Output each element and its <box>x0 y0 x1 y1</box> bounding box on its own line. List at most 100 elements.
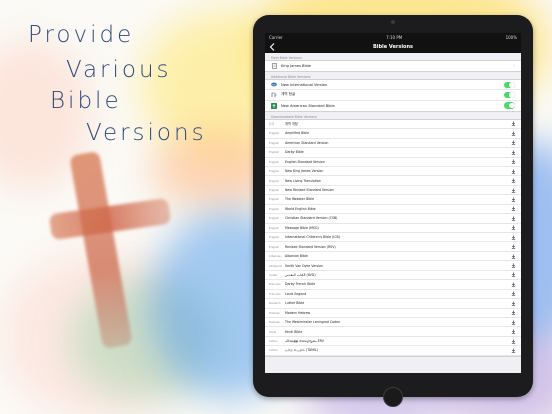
download-icon[interactable] <box>510 310 516 316</box>
language-label: English <box>269 216 280 221</box>
language-label: English <box>269 197 280 202</box>
svg-text:NIV: NIV <box>272 85 276 87</box>
download-icon[interactable] <box>510 130 516 136</box>
download-icon[interactable] <box>510 263 516 269</box>
download-icon[interactable] <box>510 196 516 202</box>
download-icon[interactable] <box>510 149 516 155</box>
download-icon[interactable] <box>510 272 516 278</box>
additional-bible-row[interactable]: New American Standard Bible <box>265 101 521 111</box>
downloadable-bible-row[interactable]: Hindi Hindi Bible <box>265 327 521 337</box>
download-icon[interactable] <box>510 206 516 212</box>
promo-line-4: Versions <box>86 120 207 146</box>
downloadable-bible-row[interactable]: English Amplified Bible <box>265 129 521 139</box>
downloadable-bible-row[interactable]: English Darby Bible <box>265 148 521 158</box>
downloadable-bible-row[interactable]: English American Standard Version <box>265 138 521 149</box>
language-label: Hindi <box>269 329 277 334</box>
downloadable-bible-row[interactable]: Indian ചിറകുള്ള വേദപുസ്തകം ERV <box>265 336 521 347</box>
home-button[interactable] <box>383 387 403 407</box>
additional-bible-header: Additional Bible Versions <box>271 75 311 80</box>
downloadable-bible-row[interactable]: English Christian Standard Version (CSB) <box>265 214 521 224</box>
downloadable-bible-row[interactable]: English Revised Standard Version (RSV) <box>265 242 521 252</box>
battery-label: 100% <box>505 34 517 40</box>
downloadable-bible-row[interactable]: Français Louis Segond <box>265 289 521 300</box>
download-icon[interactable] <box>510 244 516 250</box>
language-label: English <box>269 178 280 183</box>
language-label: Indian <box>269 339 278 344</box>
downloadable-bible-row[interactable]: English New King James Version <box>265 166 521 177</box>
download-icon[interactable] <box>510 178 516 184</box>
download-icon[interactable] <box>510 121 516 127</box>
language-label: English <box>269 131 280 136</box>
download-icon[interactable] <box>510 319 516 325</box>
downloadable-bible-row[interactable]: Hebrew The Westminster Leningrad Codex <box>265 317 521 328</box>
downloadable-bible-row[interactable]: English International Children's Bible (I… <box>265 233 521 243</box>
toggle-switch[interactable] <box>504 81 515 89</box>
language-label: English <box>269 244 280 249</box>
download-icon[interactable] <box>510 168 516 174</box>
language-label: Hebrew <box>269 310 280 315</box>
app-screen: Carrier 7:10 PM 100% Bible Versions Main… <box>265 33 521 373</box>
language-label: English <box>269 206 280 211</box>
chevron-left-icon <box>269 43 275 51</box>
downloadable-bible-row[interactable]: 한국 개역 개정 <box>265 119 521 130</box>
main-bible-row[interactable]: King James Bible › <box>265 61 521 71</box>
additional-bible-row[interactable]: NIV New International Version <box>265 80 521 91</box>
downloadable-bible-row[interactable]: Indian தமிழ் பைபிள் (TAMIL) <box>265 346 521 356</box>
download-icon[interactable] <box>510 225 516 231</box>
bible-name-label: الكتاب المقدس (AVD) <box>285 272 316 277</box>
download-icon[interactable] <box>510 281 516 287</box>
downloadable-bible-row[interactable]: Afrikaans Smith Van Dyke Version <box>265 261 521 271</box>
downloadable-bible-row[interactable]: English New Revised Standard Version <box>265 185 521 196</box>
toggle-switch[interactable] <box>504 91 515 99</box>
additional-bible-label: New International Version <box>281 82 328 87</box>
download-icon[interactable] <box>510 338 516 344</box>
language-label: Albanian <box>269 254 282 259</box>
bible-name-label: 개역 개정 <box>285 122 298 127</box>
bible-name-label: Luther Bible <box>285 301 305 306</box>
additional-bible-label: 개역 한글 <box>281 92 296 97</box>
main-bible-group: King James Bible › <box>265 60 521 73</box>
bible-name-label: Darby French Bible <box>285 282 316 287</box>
download-icon[interactable] <box>510 291 516 297</box>
download-icon[interactable] <box>510 234 516 240</box>
language-label: English <box>269 235 280 240</box>
downloadable-bible-row[interactable]: Deutsch Luther Bible <box>265 299 521 309</box>
downloadable-bible-row[interactable]: Français Darby French Bible <box>265 280 521 290</box>
download-icon[interactable] <box>510 253 516 259</box>
additional-bible-row[interactable]: 개역 한글 <box>265 90 521 101</box>
downloadable-bible-row[interactable]: Albanian Albanian Bible <box>265 251 521 262</box>
promo-line-1: Provide <box>28 22 135 48</box>
carrier-label: Carrier <box>269 34 283 40</box>
downloadable-bible-row[interactable]: English English Standard Version <box>265 157 521 167</box>
download-icon[interactable] <box>510 215 516 221</box>
camera-dot <box>391 20 395 24</box>
clock-label: 7:10 PM <box>386 34 403 40</box>
downloadable-bible-list: 한국 개역 개정 English Amplified Bible English Amer… <box>265 118 521 357</box>
bible-name-label: தமிழ் பைபிள் (TAMIL) <box>285 347 318 352</box>
download-icon[interactable] <box>510 159 516 165</box>
bible-name-label: New King James Version <box>285 169 324 174</box>
download-icon[interactable] <box>510 329 516 335</box>
downloadable-bible-row[interactable]: English World English Bible <box>265 204 521 215</box>
ipad-frame: Carrier 7:10 PM 100% Bible Versions Main… <box>253 15 533 407</box>
toggle-switch[interactable] <box>504 102 515 109</box>
downloadable-bible-header: Downloadable Bible Versions <box>271 114 318 119</box>
language-label: Afrikaans <box>269 263 282 268</box>
downloadable-bible-row[interactable]: English New Living Translation <box>265 176 521 186</box>
downloadable-bible-row[interactable]: English Message Bible (MSG) <box>265 223 521 233</box>
back-button[interactable] <box>269 42 279 52</box>
bible-name-label: Louis Segond <box>285 291 307 296</box>
language-label: Français <box>269 282 281 287</box>
nasb-logo-icon <box>271 102 277 109</box>
download-icon[interactable] <box>510 347 516 353</box>
download-icon[interactable] <box>510 140 516 146</box>
bible-name-label: Revised Standard Version (RSV) <box>285 244 336 249</box>
downloadable-bible-row[interactable]: Hebrew Modern Hebrew <box>265 308 521 318</box>
downloadable-bible-row[interactable]: English The Webster Bible <box>265 195 521 205</box>
download-icon[interactable] <box>510 187 516 193</box>
language-label: Hebrew <box>269 320 280 325</box>
downloadable-bible-row[interactable]: Arabic الكتاب المقدس (AVD) <box>265 270 521 281</box>
download-icon[interactable] <box>510 300 516 306</box>
additional-bible-group: NIV New International Version 개역 한글 New … <box>265 79 521 112</box>
page-title: Bible Versions <box>372 44 414 50</box>
